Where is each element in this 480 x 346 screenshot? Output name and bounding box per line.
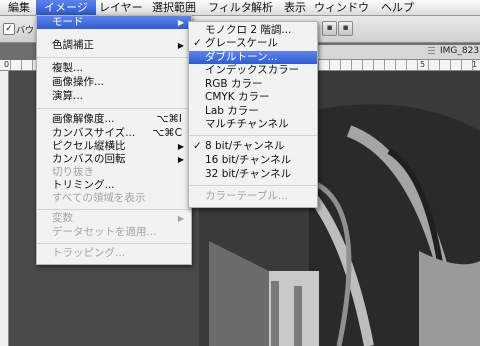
options-checkbox-label: バウ [16,26,35,36]
menu-item-apply-data-set: データセットを適用... [52,226,157,238]
tab-grip-icon [428,47,435,56]
mode-submenu: モノクロ 2 階調... ✓ グレースケール ダブルトーン... インデックスカラ… [188,21,318,208]
menu-item-variables: 変数 ▶ [52,212,184,224]
menu-item-pixel-aspect-ratio[interactable]: ピクセル縦横比 ▶ [37,140,191,153]
ruler-number: 5 [420,60,426,69]
menu-item-trim[interactable]: トリミング... [37,179,191,192]
mode-lab-color[interactable]: Lab カラー [189,105,317,118]
menu-item-adjustments[interactable]: 色調補正 ▶ [37,39,191,52]
menu-window[interactable]: ウィンドウ [314,0,369,15]
menu-item-calculations[interactable]: 演算... [37,90,191,103]
align-icon[interactable]: ▪ [322,21,337,36]
mode-indexed-color[interactable]: インデックスカラー [189,64,317,77]
distribute-icon[interactable]: ▪ [338,21,353,36]
ruler-number: 0 [4,60,10,69]
menu-item-reveal-all: すべての領域を表示 [52,192,146,204]
mode-grayscale[interactable]: ✓ グレースケール [189,37,317,50]
menu-analysis[interactable]: 解析 [251,0,273,15]
submenu-arrow-icon: ▶ [177,155,184,164]
mode-color-table: カラーテーブル... [205,190,288,202]
options-checkbox[interactable]: ✓ [3,23,15,35]
menu-image[interactable]: イメージ [36,0,96,15]
menu-separator [37,209,191,210]
mode-8-bit[interactable]: ✓ 8 bit/チャンネル [189,140,317,153]
menu-separator [37,108,191,109]
menu-separator [189,185,317,186]
menu-item-canvas-size[interactable]: カンバスサイズ... ⌥⌘C [37,127,191,140]
menu-item-duplicate[interactable]: 複製... [37,62,191,75]
checkmark-icon: ✓ [193,37,202,49]
menu-help[interactable]: ヘルプ [381,0,414,15]
mode-multichannel[interactable]: マルチチャンネル [189,118,317,131]
submenu-arrow-icon: ▶ [177,41,184,50]
mode-cmyk-color[interactable]: CMYK カラー [189,91,317,104]
mode-duotone[interactable]: ダブルトーン... [189,51,317,64]
ruler-number: 1 [472,60,478,69]
mode-32-bit[interactable]: 32 bit/チャンネル [189,168,317,181]
menu-separator [37,243,191,244]
mode-16-bit[interactable]: 16 bit/チャンネル [189,154,317,167]
document-tab-title: IMG_823 [440,46,480,56]
menu-item-image-size[interactable]: 画像解像度... ⌥⌘I [37,113,191,126]
menu-select[interactable]: 選択範囲 [152,0,196,15]
document-tab[interactable]: IMG_823 [318,45,480,60]
vertical-ruler [0,71,9,346]
menu-view[interactable]: 表示 [284,0,306,15]
menu-item-trap: トラッピング... [52,247,126,259]
mode-bitmap[interactable]: モノクロ 2 階調... [189,24,317,37]
menu-edit[interactable]: 編集 [8,0,30,15]
image-menu-dropdown: モード ▶ 色調補正 ▶ 複製... 画像操作... 演算... 画像解像度... ⌥… [36,15,192,265]
menu-separator [189,135,317,136]
menu-layer[interactable]: レイヤー [99,0,143,15]
submenu-arrow-icon: ▶ [177,214,184,223]
menu-filter[interactable]: フィルタ [208,0,252,15]
menubar: 編集 イメージ レイヤー 選択範囲 フィルタ 解析 表示 ウィンドウ ヘルプ [0,0,480,16]
menu-item-mode[interactable]: モード ▶ [37,16,191,29]
submenu-arrow-icon: ▶ [177,18,184,27]
menu-item-rotate-canvas[interactable]: カンバスの回転 ▶ [37,153,191,166]
menu-item-apply-image[interactable]: 画像操作... [37,76,191,89]
checkmark-icon: ✓ [193,140,202,152]
menu-separator [37,57,191,58]
menu-item-crop: 切り抜き [52,166,94,178]
submenu-arrow-icon: ▶ [177,142,184,151]
mode-rgb-color[interactable]: RGB カラー [189,78,317,91]
